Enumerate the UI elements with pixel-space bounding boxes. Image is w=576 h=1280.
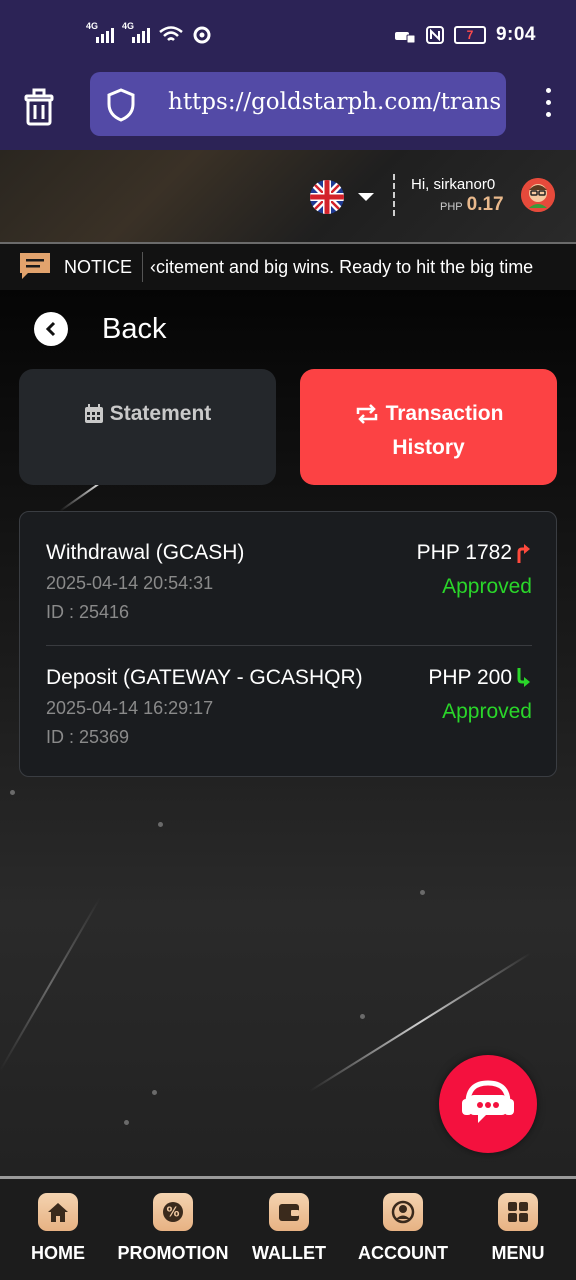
- bg-dot: [420, 890, 425, 895]
- nav-promotion-label[interactable]: PROMOTION: [118, 1243, 229, 1264]
- battery-icon: 7: [453, 26, 486, 44]
- back-arrow-icon[interactable]: [34, 312, 68, 346]
- user-greeting: Hi, sirkanor0: [411, 176, 496, 193]
- transaction-title: Withdrawal (GCASH): [46, 541, 245, 564]
- transaction-title: Deposit (GATEWAY - GCASHQR): [46, 666, 363, 689]
- notice-label: NOTICE: [64, 257, 133, 277]
- nav-wallet-label[interactable]: WALLET: [252, 1243, 326, 1264]
- calendar-icon: [84, 404, 103, 423]
- arrow-down-icon: [517, 668, 530, 687]
- swap-arrows-icon: [356, 404, 377, 424]
- url-bar[interactable]: https://goldstarph.com/trans: [90, 72, 506, 136]
- status-icons-right: 7 9:04: [394, 24, 536, 46]
- nav-account[interactable]: ACCOUNT: [355, 1193, 451, 1264]
- notice-bar: NOTICE ‹citement and big wins. Ready to …: [0, 242, 576, 290]
- nav-wallet[interactable]: WALLET: [249, 1193, 329, 1264]
- transaction-amount-wrap: PHP 200: [428, 666, 532, 690]
- notice-marquee-text: ‹citement and big wins. Ready to hit the…: [150, 257, 534, 277]
- nfc-icon: [425, 26, 444, 44]
- bg-dot: [10, 790, 15, 795]
- avatar[interactable]: [521, 178, 555, 212]
- signal-2-label: 4G: [122, 21, 135, 31]
- nav-menu-label[interactable]: MENU: [492, 1243, 545, 1264]
- shield-icon: [107, 88, 135, 122]
- clock: 9:04: [495, 24, 536, 45]
- transaction-status: Approved: [442, 700, 532, 723]
- transaction-date: 2025-04-14 16:29:17: [46, 698, 214, 718]
- more-options-icon[interactable]: [542, 88, 554, 122]
- header-divider: [393, 174, 395, 216]
- bg-dot: [124, 1120, 129, 1125]
- bg-dot: [152, 1090, 157, 1095]
- browser-toolbar: https://goldstarph.com/trans: [0, 72, 576, 150]
- nav-account-label[interactable]: ACCOUNT: [358, 1243, 448, 1264]
- transaction-list: Withdrawal (GCASH) 2025-04-14 20:54:31 I…: [19, 511, 557, 777]
- status-icons-left: 4G 4G: [86, 21, 212, 44]
- light-streak: [0, 897, 101, 1072]
- home-icon[interactable]: [38, 1193, 78, 1231]
- headset-chat-icon: [462, 1080, 514, 1123]
- account-icon[interactable]: [383, 1193, 423, 1231]
- car-lock-icon: [394, 32, 416, 44]
- transaction-date: 2025-04-14 20:54:31: [46, 573, 214, 593]
- trash-icon[interactable]: [22, 88, 56, 126]
- nav-home[interactable]: HOME: [28, 1193, 88, 1264]
- wifi-icon: [159, 26, 183, 41]
- tab-history-label-line2[interactable]: History: [392, 431, 464, 465]
- balance: PHP 0.17: [440, 194, 504, 216]
- transaction-status: Approved: [442, 575, 532, 598]
- svg-text:%: %: [166, 1206, 179, 1221]
- signal-1-label: 4G: [86, 21, 99, 31]
- cell-signal-2-icon: 4G: [122, 21, 150, 43]
- nav-menu[interactable]: MENU: [488, 1193, 548, 1264]
- bg-dot: [360, 1014, 365, 1019]
- customer-support-button[interactable]: [439, 1055, 537, 1153]
- language-dropdown-chevron-icon[interactable]: [358, 193, 374, 201]
- transaction-id: ID : 25369: [46, 727, 130, 747]
- transaction-amount: PHP 1782: [416, 541, 512, 564]
- sync-icon: [193, 26, 211, 44]
- balance-currency: PHP: [440, 201, 463, 213]
- tab-transaction-history[interactable]: Transaction History: [300, 369, 557, 485]
- wallet-icon[interactable]: [269, 1193, 309, 1231]
- balance-value: 0.17: [466, 194, 504, 215]
- nav-home-label[interactable]: HOME: [31, 1243, 85, 1264]
- uk-flag-icon[interactable]: [310, 180, 344, 214]
- status-bar: 4G 4G 7 9:04: [0, 0, 576, 72]
- notice-divider: [142, 252, 143, 282]
- transaction-amount-wrap: PHP 1782: [417, 541, 532, 565]
- transaction-id: ID : 25416: [46, 602, 130, 622]
- promotion-badge-icon[interactable]: %: [153, 1193, 193, 1231]
- transaction-divider: [46, 645, 532, 646]
- url-text[interactable]: https://goldstarph.com/trans: [168, 89, 501, 115]
- site-header: Hi, sirkanor0 PHP 0.17: [0, 150, 576, 242]
- bg-dot: [158, 822, 163, 827]
- nav-promotion[interactable]: % PROMOTION: [113, 1193, 233, 1264]
- transaction-amount: PHP 200: [428, 666, 512, 689]
- back-button[interactable]: Back: [34, 312, 166, 346]
- tab-statement[interactable]: Statement: [19, 369, 276, 485]
- chat-message-icon: [20, 253, 50, 279]
- back-label[interactable]: Back: [102, 313, 166, 346]
- cell-signal-1-icon: 4G: [86, 21, 114, 43]
- bottom-nav: HOME % PROMOTION WALLET ACCOUNT MENU: [0, 1176, 576, 1280]
- tab-history-label-line1[interactable]: Transaction: [386, 397, 504, 431]
- arrow-up-icon: [517, 544, 530, 563]
- tab-statement-label[interactable]: Statement: [110, 397, 212, 431]
- grid-menu-icon[interactable]: [498, 1193, 538, 1231]
